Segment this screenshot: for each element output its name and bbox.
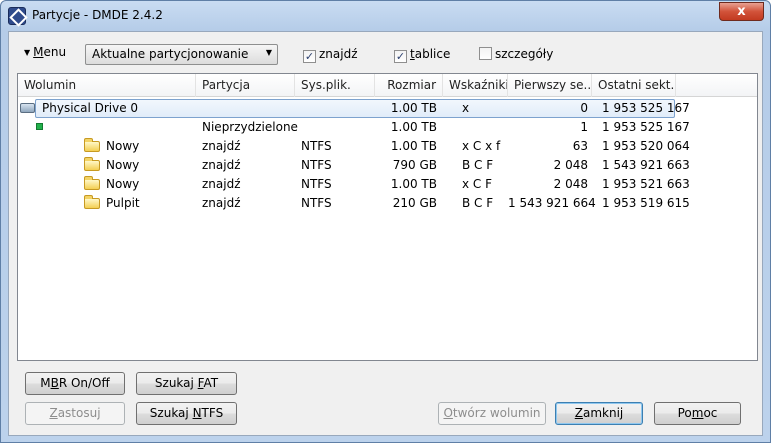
folder-icon [84, 195, 100, 209]
menu-dropdown-icon: ▼ [24, 48, 31, 57]
title-bar[interactable]: Partycje - DMDE 2.4.2 x [1, 1, 770, 31]
search-ntfs-button[interactable]: Szukaj NTFS [136, 402, 237, 425]
open-volume-button[interactable]: Otwórz wolumin [438, 402, 546, 425]
menu-button[interactable]: ▼ Menu [24, 45, 66, 61]
mbr-on-off-button[interactable]: MBR On/Off [25, 372, 125, 395]
list-header: Wolumin Partycja Sys.plik. Rozmiar Wskaź… [18, 74, 757, 97]
apply-button[interactable]: Zastosuj [25, 402, 125, 425]
checkbox-find[interactable]: ✓ znajdź [303, 47, 358, 63]
table-row[interactable]: Nowy znajdź NTFS 790 GB B C F 2 048 1 54… [18, 156, 757, 175]
window-title: Partycje - DMDE 2.4.2 [32, 8, 163, 22]
hard-drive-icon [20, 103, 35, 113]
folder-icon [84, 176, 100, 190]
partition-view-value: Aktualne partycjonowanie [92, 47, 249, 61]
folder-icon [84, 157, 100, 171]
checkbox-details-box[interactable] [479, 47, 492, 60]
table-row[interactable]: Nieprzydzielone 1.00 TB 1 1 953 525 167 [18, 118, 757, 137]
column-header-flags[interactable]: Wskaźniki [443, 74, 508, 97]
folder-icon [84, 138, 100, 152]
help-button[interactable]: Pomoc [654, 402, 741, 425]
checkbox-details[interactable]: szczegóły [479, 47, 553, 63]
column-header-size[interactable]: Rozmiar [375, 74, 443, 97]
checkbox-tables[interactable]: ✓ tablice [394, 47, 450, 63]
dmde-partitions-window: Partycje - DMDE 2.4.2 x ▼ Menu Aktualne p… [0, 0, 771, 443]
column-header-partition[interactable]: Partycja [196, 74, 295, 97]
table-row[interactable]: Physical Drive 0 1.00 TB x 0 1 953 525 1… [18, 99, 757, 118]
partition-view-select[interactable]: Aktualne partycjonowanie ▼ [85, 44, 278, 65]
checkbox-find-box[interactable]: ✓ [303, 50, 316, 63]
column-header-last-sector[interactable]: Ostatni sekt... [592, 74, 676, 97]
column-header-filesystem[interactable]: Sys.plik. [295, 74, 375, 97]
close-window-button[interactable]: x [719, 2, 764, 21]
close-button[interactable]: Zamknij [555, 402, 643, 425]
app-icon [8, 7, 26, 25]
table-row[interactable]: Nowy znajdź NTFS 1.00 TB x C x f 63 1 95… [18, 137, 757, 156]
unallocated-space-icon [36, 123, 43, 130]
table-row[interactable]: Pulpit znajdź NTFS 210 GB B C F 1 543 92… [18, 194, 757, 213]
column-header-volume[interactable]: Wolumin [18, 74, 196, 97]
chevron-down-icon: ▼ [265, 48, 272, 57]
search-fat-button[interactable]: Szukaj FAT [136, 372, 237, 395]
dialog-body: ▼ Menu Aktualne partycjonowanie ▼ ✓ znajdź… [8, 31, 763, 436]
checkbox-tables-box[interactable]: ✓ [394, 50, 407, 63]
column-header-first-sector[interactable]: Pierwszy se... [508, 74, 592, 97]
table-row[interactable]: Nowy znajdź NTFS 1.00 TB x C F 2 048 1 9… [18, 175, 757, 194]
partition-list[interactable]: Wolumin Partycja Sys.plik. Rozmiar Wskaź… [17, 73, 758, 361]
